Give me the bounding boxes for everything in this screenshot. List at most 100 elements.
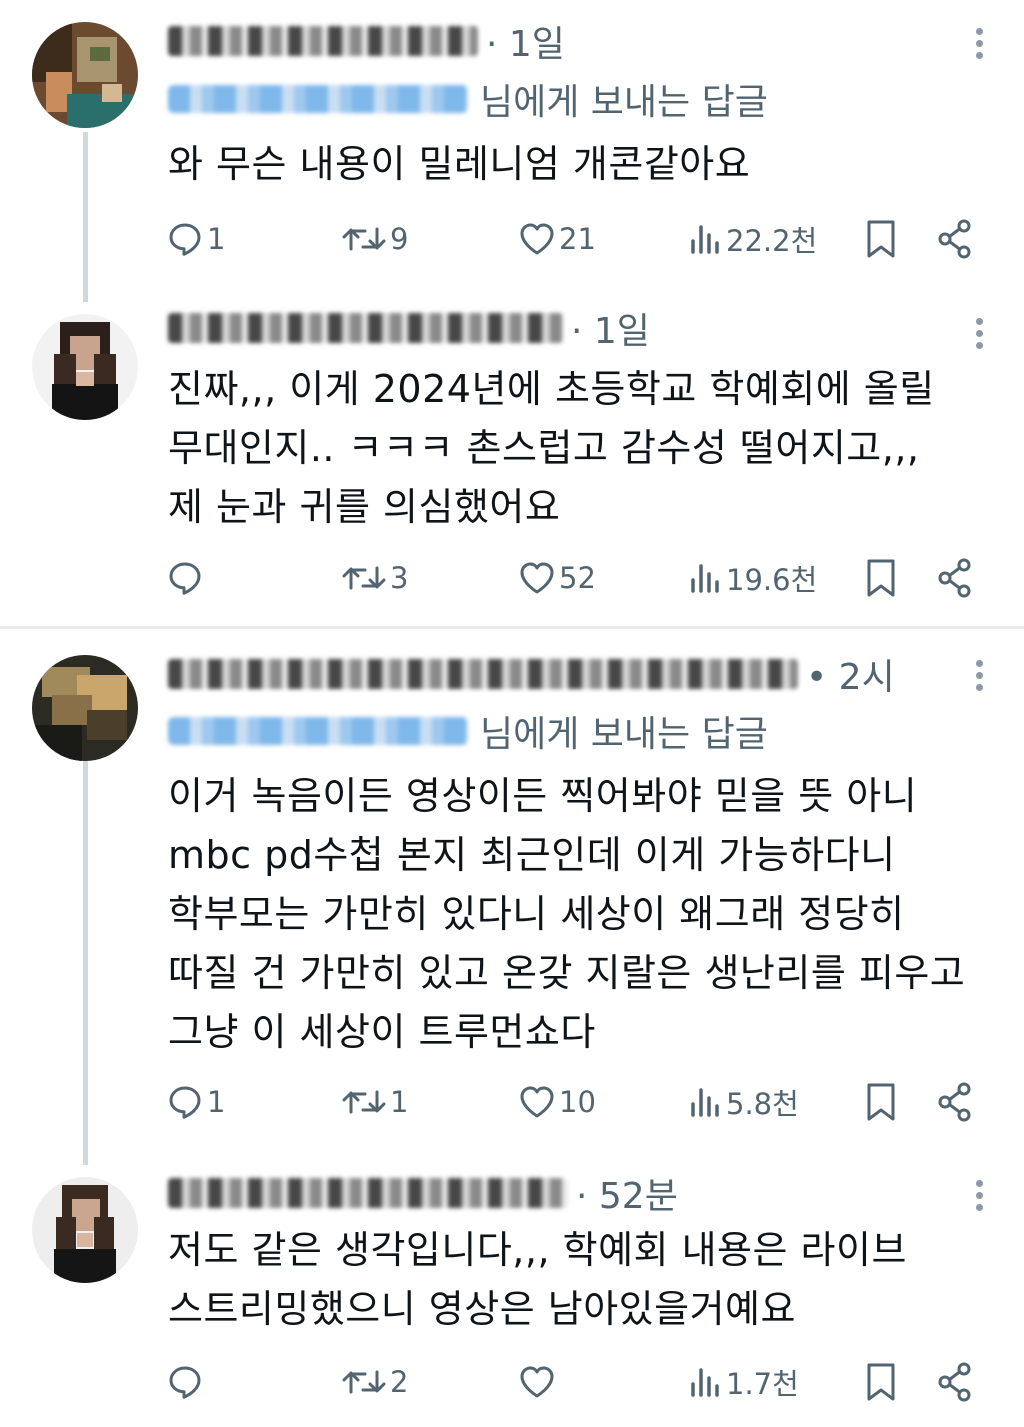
avatar[interactable]: [32, 655, 138, 761]
tweet-actions: 2 1.7천: [165, 1357, 985, 1407]
heart-icon: [520, 562, 554, 594]
tweet-actions: 1 1 10 5.8천: [165, 1077, 985, 1127]
tweet-header: · 1일: [168, 15, 565, 67]
share-icon: [938, 558, 971, 598]
heart-icon: [520, 1086, 554, 1118]
tweet-text-line: 와 무슨 내용이 밀레니엄 개콘같아요: [168, 142, 751, 186]
author-name-blurred[interactable]: [168, 1178, 568, 1208]
bookmark-button[interactable]: [861, 1357, 901, 1407]
more-dots-icon[interactable]: [974, 318, 984, 349]
retweet-button[interactable]: 2: [340, 1357, 408, 1407]
author-name-blurred[interactable]: [168, 313, 563, 343]
retweet-button[interactable]: 1: [340, 1077, 408, 1127]
thread-connector-line: [83, 760, 88, 1165]
tweet-header: • 2시: [168, 648, 895, 700]
tweet-text-line: 진짜,,, 이게 2024년에 초등학교 학예회에 올릴: [168, 367, 935, 411]
views-button[interactable]: 1.7천: [688, 1357, 799, 1407]
more-dots-icon[interactable]: [974, 1180, 984, 1211]
bar-chart-icon: [691, 1088, 719, 1117]
bookmark-icon: [867, 1083, 895, 1121]
author-name-blurred[interactable]: [168, 659, 798, 689]
retweet-arrows-icon: [342, 566, 386, 590]
reply-count: 1: [207, 1085, 226, 1119]
tweet-timestamp[interactable]: · 1일: [571, 302, 650, 354]
view-count: 5.8천: [726, 1087, 799, 1121]
tweet-text: 와 무슨 내용이 밀레니엄 개콘같아요: [168, 135, 998, 194]
more-dots-icon[interactable]: [974, 660, 984, 691]
tweet-text-line: 이거 녹음이든 영상이든 찍어봐야 믿을 뜻 아니: [168, 774, 918, 818]
comment-bubble-icon: [169, 223, 201, 256]
reply-button[interactable]: [165, 1357, 207, 1407]
bookmark-button[interactable]: [861, 1077, 901, 1127]
tweet-text-line: 무대인지.. ㅋㅋㅋ 촌스럽고 감수성 떨어지고,,,: [168, 426, 920, 470]
more-dots-icon[interactable]: [974, 28, 984, 59]
tweet-text: 진짜,,, 이게 2024년에 초등학교 학예회에 올릴 무대인지.. ㅋㅋㅋ …: [168, 360, 998, 537]
share-icon: [938, 1362, 971, 1402]
reply-button[interactable]: 1: [165, 214, 225, 264]
bar-chart-icon: [691, 225, 719, 254]
bar-chart-icon: [691, 564, 719, 593]
comment-bubble-icon: [169, 1366, 201, 1399]
tweet-text-line: 그냥 이 세상이 트루먼쇼다: [168, 1010, 596, 1054]
like-button[interactable]: [517, 1357, 559, 1407]
bookmark-button[interactable]: [861, 214, 901, 264]
bookmark-icon: [867, 559, 895, 597]
reply-count: 1: [207, 222, 226, 256]
bar-chart-icon: [691, 1368, 719, 1397]
tweet-text-line: 스트리밍했으니 영상은 남아있을거예요: [168, 1287, 796, 1331]
replied-handle-blurred[interactable]: [168, 717, 468, 745]
bookmark-icon: [867, 1363, 895, 1401]
retweet-arrows-icon: [342, 1090, 386, 1114]
views-button[interactable]: 5.8천: [688, 1077, 799, 1127]
share-button[interactable]: [935, 1077, 975, 1127]
like-count: 21: [559, 222, 596, 256]
tweet-text: 저도 같은 생각입니다,,, 학예회 내용은 라이브 스트리밍했으니 영상은 남…: [168, 1221, 998, 1339]
like-button[interactable]: 52: [517, 553, 596, 603]
thread-connector-line: [83, 132, 88, 302]
replied-handle-blurred[interactable]: [168, 85, 468, 113]
share-button[interactable]: [935, 214, 975, 264]
tweet-timestamp[interactable]: · 1일: [486, 15, 565, 67]
share-icon: [938, 219, 971, 259]
tweet-timestamp[interactable]: · 52분: [576, 1167, 678, 1219]
share-button[interactable]: [935, 1357, 975, 1407]
like-button[interactable]: 10: [517, 1077, 596, 1127]
reply-button[interactable]: [165, 553, 207, 603]
avatar[interactable]: [32, 314, 138, 420]
retweet-arrows-icon: [342, 227, 386, 251]
tweet-text-line: 저도 같은 생각입니다,,, 학예회 내용은 라이브: [168, 1228, 907, 1272]
like-count: 10: [559, 1085, 596, 1119]
replying-to-line: 님에게 보내는 답글: [168, 708, 768, 755]
share-icon: [938, 1082, 971, 1122]
avatar[interactable]: [32, 22, 138, 128]
tweet-text-line: 학부모는 가만히 있다니 세상이 왜그래 정당히: [168, 892, 905, 936]
tweet-header: · 52분: [168, 1167, 678, 1219]
comment-bubble-icon: [169, 1086, 201, 1119]
tweet-text-line: 따질 건 가만히 있고 온갖 지랄은 생난리를 피우고: [168, 951, 966, 995]
bookmark-button[interactable]: [861, 553, 901, 603]
view-count: 1.7천: [726, 1367, 799, 1401]
retweet-count: 1: [390, 1085, 409, 1119]
retweet-button[interactable]: 9: [340, 214, 408, 264]
reply-button[interactable]: 1: [165, 1077, 225, 1127]
like-button[interactable]: 21: [517, 214, 596, 264]
tweet-text-line: mbc pd수첩 본지 최근인데 이게 가능하다니: [168, 833, 896, 877]
retweet-count: 3: [390, 561, 409, 595]
tweet-text: 이거 녹음이든 영상이든 찍어봐야 믿을 뜻 아니 mbc pd수첩 본지 최근…: [168, 767, 998, 1062]
author-name-blurred[interactable]: [168, 26, 478, 56]
retweet-button[interactable]: 3: [340, 553, 408, 603]
tweet-timestamp[interactable]: • 2시: [806, 648, 895, 700]
share-button[interactable]: [935, 553, 975, 603]
retweet-count: 9: [390, 222, 409, 256]
avatar[interactable]: [32, 1177, 138, 1283]
retweet-count: 2: [390, 1365, 409, 1399]
views-button[interactable]: 19.6천: [688, 553, 817, 603]
tweet-actions: 3 52 19.6천: [165, 553, 985, 603]
views-button[interactable]: 22.2천: [688, 214, 817, 264]
replying-to-label: 님에게 보내는 답글: [480, 82, 768, 123]
thread-divider: [0, 626, 1024, 629]
heart-icon: [520, 1366, 554, 1398]
tweet-text-line: 제 눈과 귀를 의심했어요: [168, 485, 561, 529]
bookmark-icon: [867, 220, 895, 258]
heart-icon: [520, 223, 554, 255]
